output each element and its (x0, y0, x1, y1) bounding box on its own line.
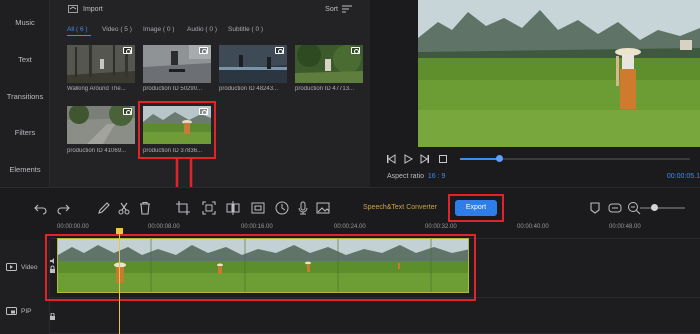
import-icon (68, 5, 78, 13)
sidebar-item-filters[interactable]: Filters (0, 128, 50, 137)
aspect-ratio: Aspect ratio 16 : 9 (387, 173, 445, 180)
sort-icon (342, 5, 352, 13)
ruler-label-48: 00:00:48.00 (609, 224, 641, 230)
seek-bar-progress (460, 158, 500, 160)
ruler-label-32: 00:00:32.00 (425, 224, 457, 230)
zoom-out-icon[interactable] (627, 201, 641, 215)
track-header-video[interactable]: Video (6, 263, 38, 271)
ruler-label-24: 00:00:24.00 (334, 224, 366, 230)
video-icon (275, 47, 284, 54)
stop-button[interactable] (438, 154, 448, 166)
delete-icon[interactable] (138, 201, 152, 215)
sidebar-item-music[interactable]: Music (0, 18, 50, 27)
zoom-slider-handle[interactable] (651, 204, 658, 211)
preview-time: 00:00:05.1 (666, 173, 700, 180)
media-caption-3: production ID 48243... (219, 86, 279, 92)
media-library-panel: Import Sort All ( 6 ) Video ( 5 ) Image … (50, 0, 370, 187)
sidebar-item-text[interactable]: Text (0, 55, 50, 64)
preview-panel: Aspect ratio 16 : 9 00:00:05.1 (370, 0, 700, 187)
step-forward-icon (420, 154, 429, 164)
track-label-pip: PIP (21, 307, 32, 315)
image-icon[interactable] (316, 201, 330, 215)
preview-video-frame (418, 0, 700, 147)
export-highlight (448, 194, 504, 222)
pip-lock-icon[interactable] (49, 313, 57, 320)
filter-video[interactable]: Video ( 5 ) (102, 26, 132, 33)
sort-button[interactable]: Sort (325, 5, 352, 13)
filter-active-underline (67, 35, 91, 36)
media-thumbnail-1[interactable] (67, 45, 135, 83)
step-back-icon (387, 154, 396, 164)
record-voice-icon[interactable] (296, 201, 310, 215)
play-button[interactable] (403, 154, 414, 166)
crop-icon[interactable] (176, 201, 190, 215)
aspect-ratio-value[interactable]: 16 : 9 (428, 173, 446, 180)
screenshot-icon[interactable] (202, 201, 216, 215)
scissors-icon[interactable] (117, 201, 131, 215)
filter-subtitle[interactable]: Subtitle ( 0 ) (228, 26, 263, 33)
marker-icon[interactable] (588, 201, 602, 215)
video-editor-window: Music Text Transitions Filters Elements … (0, 0, 700, 334)
pen-icon[interactable] (97, 201, 111, 215)
video-icon (199, 47, 208, 54)
media-thumbnail-5[interactable] (67, 106, 135, 144)
import-label: Import (83, 5, 103, 13)
sidebar-item-transitions[interactable]: Transitions (0, 92, 50, 101)
seek-bar-handle[interactable] (495, 155, 503, 162)
media-thumbnail-4[interactable] (295, 45, 363, 83)
track-label-video: Video (21, 263, 38, 271)
filter-image[interactable]: Image ( 0 ) (143, 26, 174, 33)
stop-icon (439, 155, 447, 163)
ruler-label-40: 00:00:40.00 (517, 224, 549, 230)
playhead-line[interactable] (119, 230, 120, 334)
media-thumbnail-3[interactable] (219, 45, 287, 83)
sidebar-item-elements[interactable]: Elements (0, 165, 50, 174)
media-caption-5: production ID 41069... (67, 148, 127, 154)
ruler-label-8: 00:00:08.00 (148, 224, 180, 230)
filter-all[interactable]: All ( 6 ) (67, 26, 88, 33)
filter-audio[interactable]: Audio ( 0 ) (187, 26, 217, 33)
video-track-icon (6, 263, 17, 271)
next-frame-button[interactable] (420, 154, 430, 166)
media-caption-1: Walking Around The... (67, 86, 126, 92)
speech-text-converter-button[interactable]: Speech&Text Converter (363, 204, 437, 211)
video-icon (123, 47, 132, 54)
track-header-pip[interactable]: PIP (6, 307, 31, 315)
pip-track[interactable] (50, 298, 700, 334)
video-icon (351, 47, 360, 54)
edit-toolbar: Speech&Text Converter Export (0, 187, 700, 227)
pip-track-icon (6, 307, 17, 315)
speed-icon[interactable] (275, 201, 289, 215)
undo-icon[interactable] (34, 201, 48, 215)
redo-icon[interactable] (56, 201, 70, 215)
selected-media-highlight (138, 101, 216, 159)
ruler-label-16: 00:00:16.00 (241, 224, 273, 230)
video-icon (123, 108, 132, 115)
split-icon[interactable] (226, 201, 240, 215)
media-thumbnail-2[interactable] (143, 45, 211, 83)
category-sidebar: Music Text Transitions Filters Elements (0, 0, 50, 187)
playhead-handle[interactable] (116, 228, 123, 234)
media-caption-4: production ID 47713... (295, 86, 355, 92)
fit-timeline-icon[interactable] (608, 201, 622, 215)
import-button[interactable]: Import (68, 5, 103, 13)
freeze-frame-icon[interactable] (251, 201, 265, 215)
track-headers: Video PIP (0, 240, 50, 334)
clip-highlight (45, 234, 476, 301)
aspect-ratio-label: Aspect ratio (387, 173, 424, 180)
previous-frame-button[interactable] (386, 154, 396, 166)
media-caption-2: production ID 50290... (143, 86, 203, 92)
ruler-label-0: 00:00:00.00 (57, 224, 89, 230)
play-icon (404, 154, 414, 164)
zoom-slider[interactable] (640, 207, 685, 209)
sort-label: Sort (325, 5, 338, 13)
